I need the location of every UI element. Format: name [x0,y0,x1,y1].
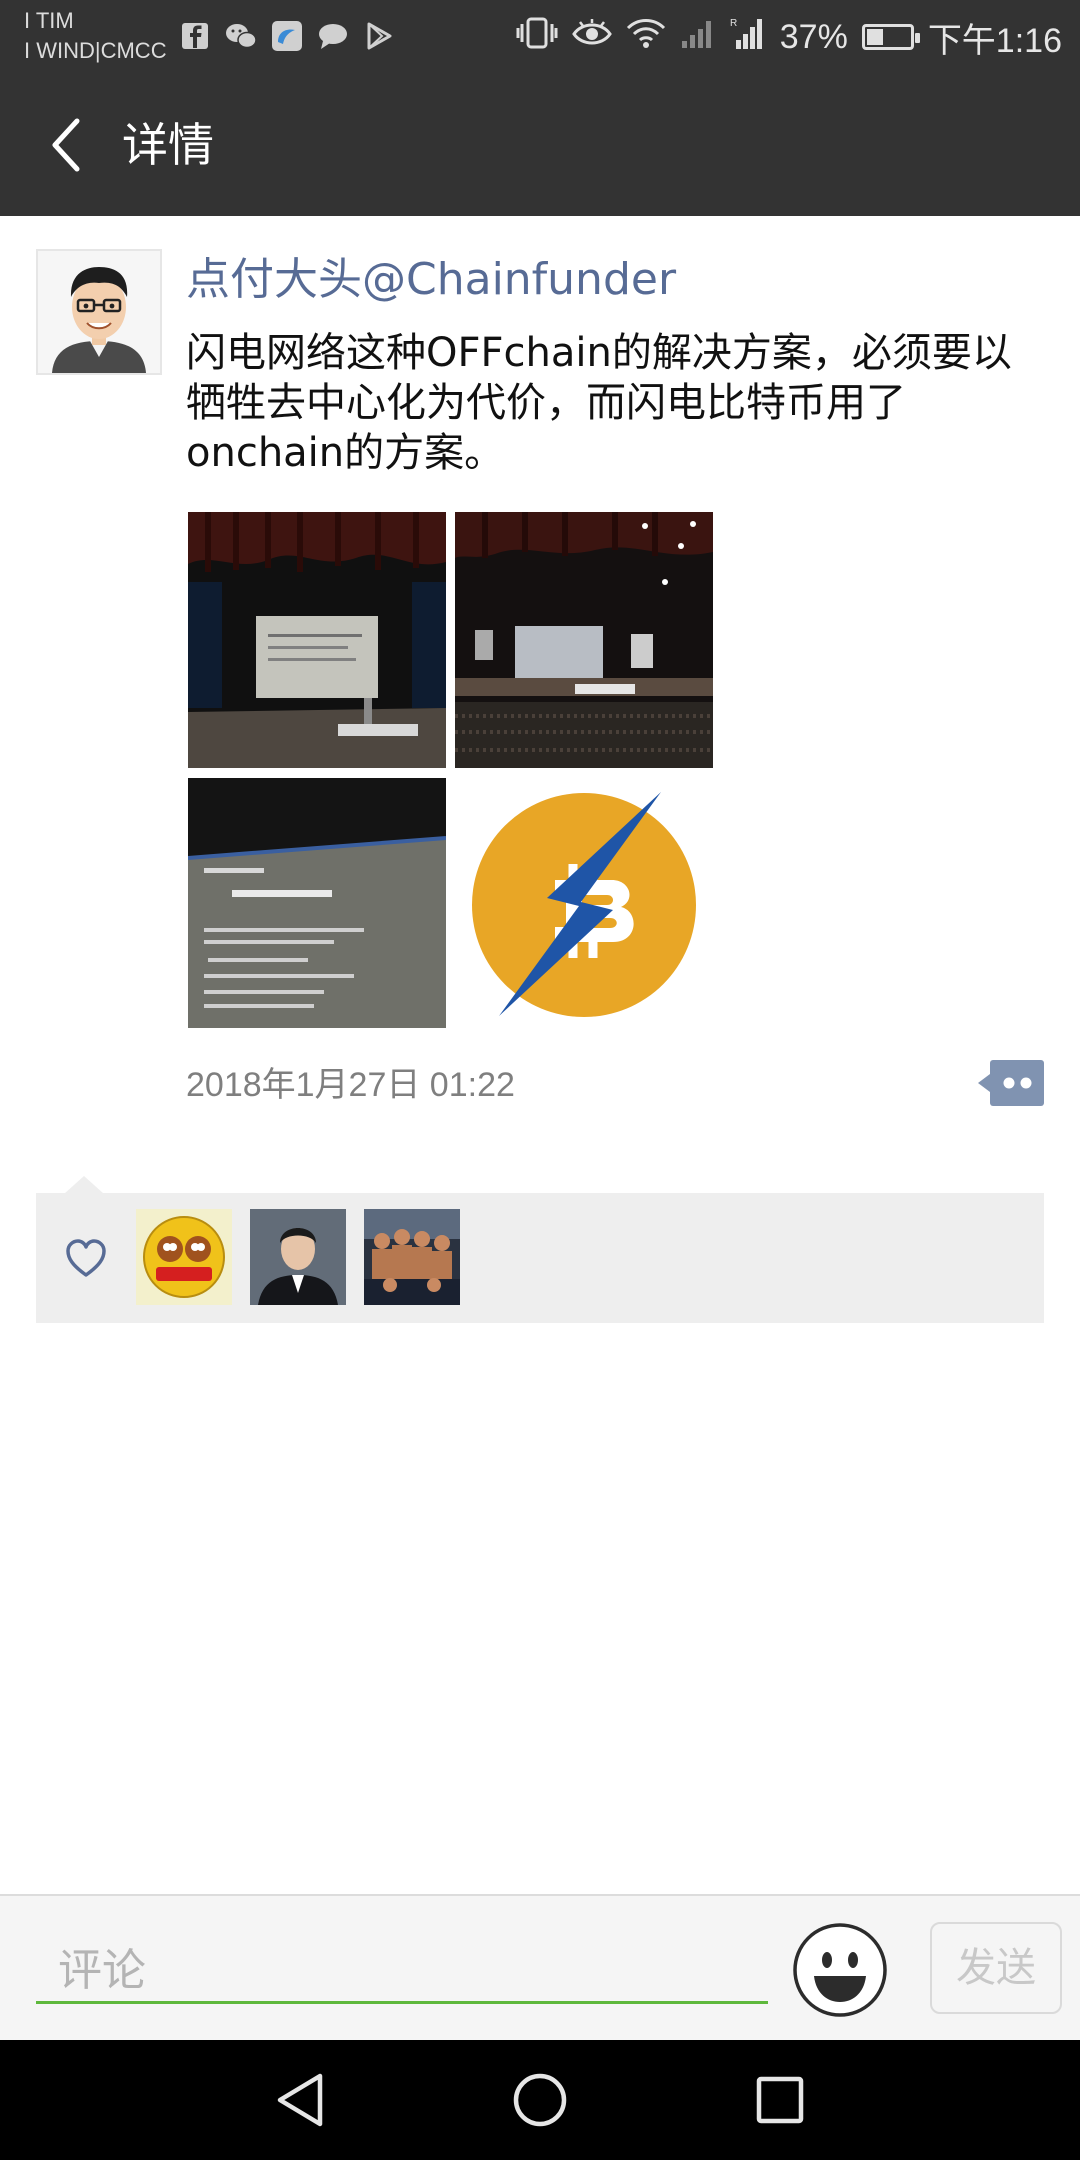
nav-home-icon [513,2073,567,2127]
post-timestamp: 2018年1月27日 01:22 [186,1066,515,1104]
comment-more-icon [978,1060,1044,1106]
post-text: 闪电网络这种OFFchain的解决方案，必须要以牺牲去中心化为代价，而闪电比特币… [186,330,1012,476]
carrier-info: I TIM I WIND|CMCC [24,6,167,66]
chevron-left-icon [52,118,80,172]
svg-text:R: R [730,18,737,29]
nav-back-button[interactable] [260,2060,340,2140]
liker-avatar-3[interactable] [364,1209,460,1305]
wechat-icon [224,19,258,53]
comment-input[interactable] [36,1940,768,2004]
nav-back-icon [277,2073,323,2127]
system-status: R 37% 下午1:16 [516,10,1062,64]
liker-avatar-2[interactable] [250,1209,346,1305]
nav-recents-icon [756,2076,804,2124]
likes-panel [36,1193,1044,1323]
carrier-2: I WIND|CMCC [24,38,167,63]
post-image-2[interactable] [455,512,713,768]
likes-pointer [64,1176,104,1194]
play-store-icon [362,19,396,53]
nav-home-button[interactable] [500,2060,580,2140]
battery-percent: 37% [779,17,848,56]
wifi-icon [626,17,666,58]
facebook-icon [178,19,212,53]
back-button[interactable] [30,110,100,180]
signal-2-icon: R [730,16,766,59]
author-avatar[interactable] [36,249,162,375]
carrier-1: I TIM [24,8,74,33]
notification-icons [178,14,396,58]
chat-bubble-icon [316,19,350,53]
signal-1-icon [680,17,716,58]
heart-icon [66,1239,106,1277]
send-button[interactable]: 发送 [930,1922,1062,2014]
comment-bar: 发送 [0,1894,1080,2040]
page-title: 详情 [122,118,214,172]
status-bar: I TIM I WIND|CMCC R 37% 下午1:16 [0,0,1080,74]
eye-icon [571,18,612,57]
navigation-bar [0,2040,1080,2160]
comment-more-button[interactable] [978,1060,1044,1106]
clock: 下午1:16 [927,21,1062,60]
liker-avatar-1[interactable] [136,1209,232,1305]
tim-icon [270,19,304,53]
post-image-4[interactable] [455,778,713,1028]
post-image-1[interactable] [188,512,446,768]
app-header: 详情 [0,74,1080,216]
battery-icon [861,24,920,50]
nav-recents-button[interactable] [740,2060,820,2140]
post-author[interactable]: 点付大头@Chainfunder [186,250,676,310]
vibrate-icon [516,16,558,59]
post-image-3[interactable] [188,778,446,1028]
emoji-button[interactable] [792,1922,888,2018]
battery-fill [866,29,883,45]
emoji-icon [793,1923,887,2017]
